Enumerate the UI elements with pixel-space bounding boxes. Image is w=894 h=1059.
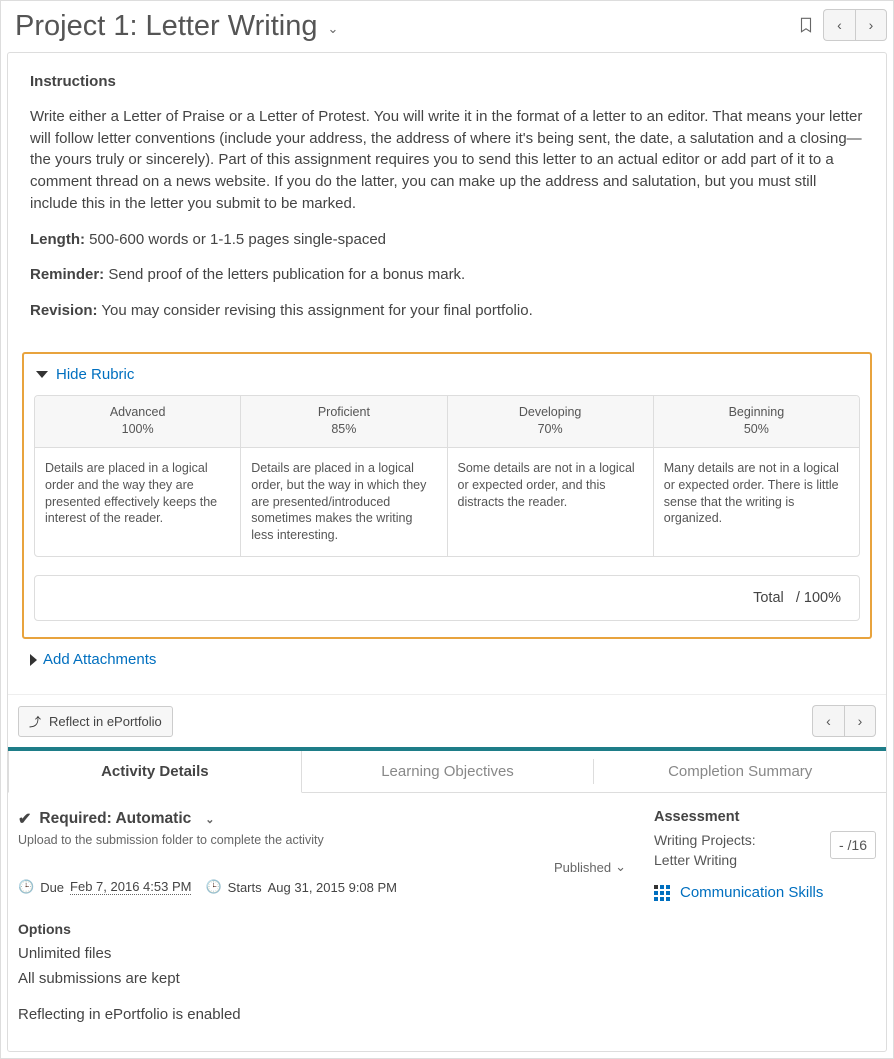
chevron-right-icon: › (869, 17, 874, 33)
rubric-cell: Many details are not in a logical or exp… (654, 448, 859, 556)
option-line: Unlimited files (18, 943, 626, 966)
rubric-level-header: Advanced100% (35, 396, 241, 447)
options-heading: Options (18, 921, 626, 937)
reflect-eportfolio-button[interactable]: ⤴ Reflect in ePortfolio (18, 706, 173, 737)
bookmark-icon[interactable] (797, 14, 815, 36)
hide-rubric-toggle[interactable]: Hide Rubric (34, 366, 860, 383)
upload-hint: Upload to the submission folder to compl… (18, 833, 626, 847)
rubric-panel: Hide Rubric Advanced100% Proficient85% D… (22, 352, 872, 639)
rubric-level-header: Beginning50% (654, 396, 859, 447)
reminder-text: Send proof of the letters publication fo… (104, 266, 465, 283)
share-icon: ⤴ (29, 713, 41, 730)
chevron-down-icon: ⌄ (615, 859, 626, 875)
previous-button-lower[interactable]: ‹ (812, 705, 844, 737)
chevron-down-icon (36, 371, 48, 378)
due-date[interactable]: Feb 7, 2016 4:53 PM (70, 879, 191, 895)
chevron-left-icon: ‹ (826, 713, 831, 729)
revision-text: You may consider revising this assignmen… (98, 302, 533, 319)
communication-skills-link[interactable]: Communication Skills (654, 884, 876, 901)
chevron-down-icon: ⌄ (327, 17, 338, 37)
revision-label: Revision: (30, 302, 98, 319)
assessment-item: Letter Writing (654, 851, 756, 871)
assessment-heading: Assessment (654, 809, 876, 825)
chevron-right-icon: › (858, 713, 863, 729)
check-icon: ✔ (18, 809, 31, 829)
due-date-item: 🕒 Due Feb 7, 2016 4:53 PM (18, 879, 191, 895)
start-date: Aug 31, 2015 9:08 PM (268, 880, 397, 895)
grade-value: - /16 (830, 831, 876, 859)
add-attachments-label: Add Attachments (43, 651, 156, 668)
option-line: All submissions are kept (18, 968, 626, 991)
rubric-level-header: Proficient85% (241, 396, 447, 447)
reflect-enabled-line: Reflecting in ePortfolio is enabled (18, 1004, 626, 1027)
tab-activity-details[interactable]: Activity Details (8, 751, 302, 793)
clock-icon: 🕒 (18, 879, 34, 895)
next-button[interactable]: › (855, 9, 887, 41)
hide-rubric-label: Hide Rubric (56, 366, 134, 383)
length-label: Length: (30, 231, 85, 248)
previous-button[interactable]: ‹ (823, 9, 855, 41)
published-label: Published (554, 860, 611, 875)
length-text: 500-600 words or 1-1.5 pages single-spac… (85, 231, 386, 248)
rubric-level-header: Developing70% (448, 396, 654, 447)
reflect-label: Reflect in ePortfolio (49, 714, 162, 729)
instructions-body: Write either a Letter of Praise or a Let… (30, 106, 864, 215)
clock-icon: 🕒 (205, 879, 221, 895)
tab-completion-summary[interactable]: Completion Summary (594, 751, 886, 792)
instructions-heading: Instructions (30, 73, 864, 90)
chevron-down-icon: ⌄ (205, 813, 214, 826)
start-date-item: 🕒 Starts Aug 31, 2015 9:08 PM (205, 879, 397, 895)
rubric-cell: Details are placed in a logical order, b… (241, 448, 447, 556)
assessment-item: Writing Projects: (654, 831, 756, 851)
rubric-cell: Details are placed in a logical order an… (35, 448, 241, 556)
rubric-total: Total / 100% (34, 575, 860, 621)
required-toggle[interactable]: ✔ Required: Automatic ⌄ (18, 809, 626, 829)
page-title[interactable]: Project 1: Letter Writing ⌄ (15, 9, 338, 44)
tab-learning-objectives[interactable]: Learning Objectives (302, 751, 594, 792)
chevron-left-icon: ‹ (837, 17, 842, 33)
rubric-cell: Some details are not in a logical or exp… (448, 448, 654, 556)
add-attachments-toggle[interactable]: Add Attachments (8, 651, 886, 694)
communication-skills-label: Communication Skills (680, 884, 823, 901)
published-toggle[interactable]: Published ⌄ (18, 859, 626, 875)
required-label: Required: Automatic (39, 810, 191, 828)
page-title-text: Project 1: Letter Writing (15, 9, 317, 44)
reminder-label: Reminder: (30, 266, 104, 283)
chevron-right-icon (30, 654, 37, 666)
next-button-lower[interactable]: › (844, 705, 876, 737)
rubric-grid-icon (654, 885, 670, 901)
